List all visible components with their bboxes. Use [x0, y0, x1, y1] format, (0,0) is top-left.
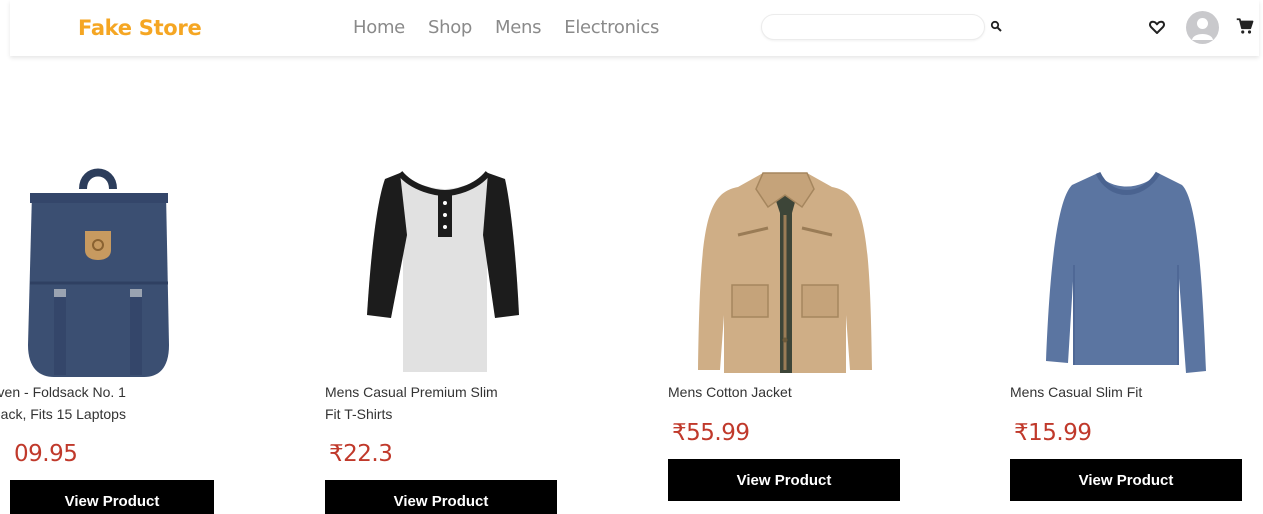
navbar: Fake Store Home Shop Mens Electronics — [10, 0, 1259, 56]
product-image-backpack[interactable] — [0, 165, 214, 380]
product-title: lraven - Foldsack No. 1 ıkpack, Fits 15 … — [0, 381, 197, 425]
product-price: ₹55.99 — [672, 420, 750, 446]
product-image-longsleeve[interactable] — [1010, 165, 1242, 380]
product-title-line: Fit T-Shirts — [325, 406, 393, 422]
nav-links: Home Shop Mens Electronics — [353, 17, 659, 38]
cart-icon[interactable] — [1236, 17, 1254, 35]
product-price: 09.95 — [14, 441, 78, 467]
view-product-button[interactable]: View Product — [325, 480, 557, 514]
product-title-line: lraven - Foldsack No. 1 — [0, 384, 126, 400]
product-title: Mens Cotton Jacket — [668, 381, 883, 403]
product-title-line: Mens Casual Slim Fit — [1010, 384, 1143, 400]
view-product-button[interactable]: View Product — [10, 480, 214, 514]
nav-electronics[interactable]: Electronics — [564, 17, 659, 38]
search-icon[interactable] — [990, 20, 1002, 32]
view-product-button[interactable]: View Product — [668, 459, 900, 501]
product-title-line: Mens Casual Premium Slim — [325, 384, 498, 400]
product-title: Mens Casual Premium Slim Fit T-Shirts — [325, 381, 540, 425]
product-title-line: ıkpack, Fits 15 Laptops — [0, 406, 126, 422]
user-avatar-icon[interactable] — [1186, 11, 1219, 44]
product-price: ₹15.99 — [1014, 420, 1092, 446]
product-title-line: Mens Cotton Jacket — [668, 384, 792, 400]
nav-mens[interactable]: Mens — [495, 17, 542, 38]
brand-logo[interactable]: Fake Store — [78, 16, 202, 40]
product-title: Mens Casual Slim Fit — [1010, 381, 1225, 403]
product-price: ₹22.3 — [329, 441, 393, 467]
product-image-tshirt[interactable] — [325, 165, 557, 380]
heart-icon[interactable] — [1148, 18, 1166, 36]
nav-shop[interactable]: Shop — [428, 17, 472, 38]
view-product-button[interactable]: View Product — [1010, 459, 1242, 501]
search-input[interactable] — [761, 14, 985, 40]
product-image-jacket[interactable] — [668, 165, 900, 380]
nav-home[interactable]: Home — [353, 17, 405, 38]
